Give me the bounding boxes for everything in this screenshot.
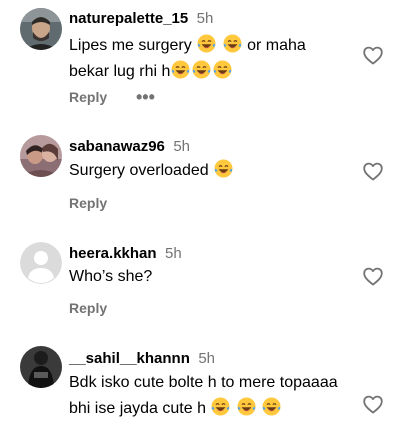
avatar[interactable] <box>20 8 62 50</box>
comment-header: __sahil__khannn 5h <box>69 348 215 370</box>
comment-text: Surgery overloaded <box>69 158 349 184</box>
username[interactable]: heera.kkhan <box>69 245 157 262</box>
avatar[interactable] <box>20 135 62 177</box>
reply-button[interactable]: Reply <box>69 195 107 211</box>
comment-actions: Reply <box>69 298 107 318</box>
heart-outline-icon[interactable] <box>361 43 385 67</box>
comment-text: Bdk isko cute bolte h to mere topaaaa bh… <box>69 370 354 422</box>
heart-outline-icon[interactable] <box>361 159 385 183</box>
comment-item: sabanawaz96 5h Surgery overloaded Reply <box>0 124 404 219</box>
comment-item: heera.kkhan 5h Who’s she? Reply <box>0 230 404 325</box>
comment-header: sabanawaz96 5h <box>69 136 190 158</box>
more-options-icon[interactable]: ••• <box>136 87 155 107</box>
avatar[interactable] <box>20 346 62 388</box>
comment-actions: Reply ••• <box>69 87 189 107</box>
username[interactable]: sabanawaz96 <box>69 138 165 155</box>
face-with-tears-of-joy-emoji <box>211 397 230 416</box>
face-with-tears-of-joy-emoji <box>171 60 190 79</box>
heart-outline-icon[interactable] <box>361 392 385 416</box>
face-with-tears-of-joy-emoji <box>262 397 281 416</box>
timestamp: 5h <box>196 10 214 27</box>
face-with-tears-of-joy-emoji <box>192 60 211 79</box>
timestamp: 5h <box>165 245 182 262</box>
comments-list: naturepalette_15 5h Lipes me surgery or … <box>0 0 404 445</box>
comment-text-part: Surgery overloaded <box>69 162 209 179</box>
default-avatar-icon[interactable] <box>20 242 62 284</box>
face-with-tears-of-joy-emoji <box>213 60 232 79</box>
username[interactable]: naturepalette_15 <box>69 10 188 27</box>
comment-header: heera.kkhan 5h <box>69 243 182 265</box>
comment-text: Who’s she? <box>69 264 349 290</box>
heart-outline-icon[interactable] <box>361 264 385 288</box>
face-with-tears-of-joy-emoji <box>223 34 242 53</box>
comment-text-part: Lipes me surgery <box>69 37 192 54</box>
face-with-tears-of-joy-emoji <box>197 34 216 53</box>
comment-header: naturepalette_15 5h <box>69 8 213 30</box>
comment-text-part: Who’s she? <box>69 268 153 285</box>
reply-button[interactable]: Reply <box>69 89 107 105</box>
username[interactable]: __sahil__khannn <box>69 350 190 367</box>
face-with-tears-of-joy-emoji <box>237 397 256 416</box>
comment-text-part: Bdk isko cute bolte h to mere topaaaa bh… <box>69 374 338 417</box>
comment-actions: Reply <box>69 193 107 213</box>
timestamp: 5h <box>173 138 191 155</box>
comment-text: Lipes me surgery or maha bekar lug rhi h <box>69 33 329 85</box>
face-with-tears-of-joy-emoji <box>214 159 233 178</box>
timestamp: 5h <box>198 350 216 367</box>
reply-button[interactable]: Reply <box>69 300 107 316</box>
comment-item: naturepalette_15 5h Lipes me surgery or … <box>0 0 404 115</box>
comment-item: __sahil__khannn 5h Bdk isko cute bolte h… <box>0 336 404 445</box>
